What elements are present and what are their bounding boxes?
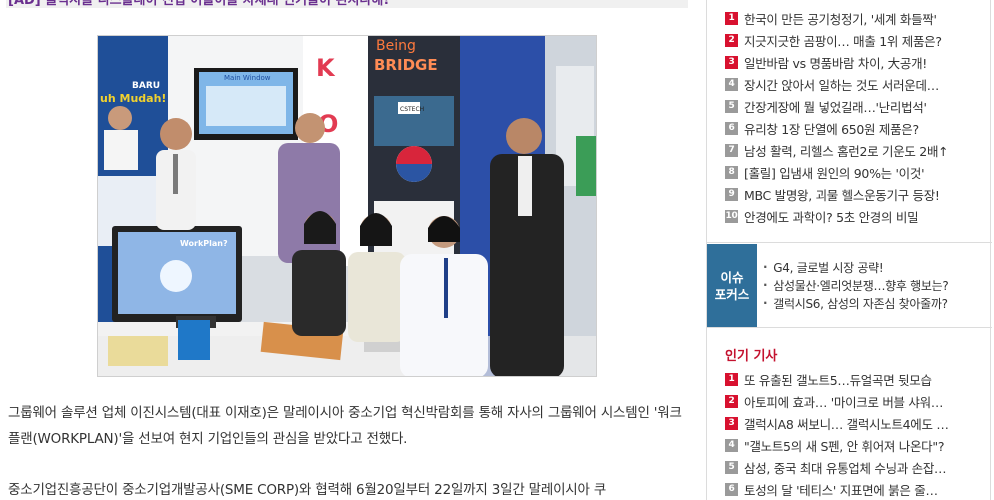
- popular-item[interactable]: 4 "갤노트5의 새 S펜, 안 휘어져 나온다"?: [725, 434, 987, 456]
- ranking-box: 1 한국이 만든 공기청정기, '세계 화들짝' 2 지긋지긋한 곰팡이… 매출 1…: [707, 0, 992, 243]
- popular-articles-title: 인기 기사: [725, 349, 778, 364]
- popular-item[interactable]: 1 또 유출된 갤노트5…듀얼곡면 뒷모습: [725, 368, 987, 390]
- ranking-item-text[interactable]: 유리창 1장 단열에 650원 제품은?: [744, 119, 919, 138]
- ranking-item-text[interactable]: MBC 발명왕, 괴물 헬스운동기구 등장!: [744, 185, 940, 204]
- svg-text:K: K: [316, 54, 336, 82]
- popular-item[interactable]: 5 삼성, 중국 최대 유통업체 수닝과 손잡…: [725, 456, 987, 478]
- rank-badge: 6: [725, 482, 738, 496]
- ranking-item[interactable]: 7 남성 활력, 리헬스 홈런2로 기운도 2배↑: [725, 139, 987, 161]
- rank-badge: 9: [725, 187, 738, 201]
- rank-badge: 1: [725, 11, 738, 25]
- popular-list: 1 또 유출된 갤노트5…듀얼곡면 뒷모습 2 아토피에 효과… '마이크로 버블 …: [725, 368, 987, 500]
- rank-badge: 10: [725, 209, 738, 223]
- ranking-item[interactable]: 3 일반바람 vs 명품바람 차이, 大공개!: [725, 51, 987, 73]
- rank-badge: 7: [725, 143, 738, 157]
- issue-tag-line: 포커스: [714, 286, 750, 302]
- issue-focus-tag: 이슈 포커스: [707, 244, 757, 327]
- rank-badge: 2: [725, 394, 738, 408]
- ranking-item-text[interactable]: 지긋지긋한 곰팡이… 매출 1위 제품은?: [744, 31, 942, 50]
- ranking-item-text[interactable]: 한국이 만든 공기청정기, '세계 화들짝': [744, 9, 937, 28]
- right-sidebar: 1 한국이 만든 공기청정기, '세계 화들짝' 2 지긋지긋한 곰팡이… 매출 1…: [706, 0, 992, 500]
- popular-item-text[interactable]: 삼성, 중국 최대 유통업체 수닝과 손잡…: [744, 458, 947, 477]
- popular-item[interactable]: 6 토성의 달 '테티스' 지표면에 붉은 줄…: [725, 478, 987, 500]
- ranking-item-text[interactable]: 일반바람 vs 명품바람 차이, 大공개!: [744, 53, 927, 72]
- issue-focus-box: 이슈 포커스 G4, 글로벌 시장 공략! 삼성물산·엘리엇분쟁…향후 행보는?…: [707, 243, 992, 328]
- rank-badge: 4: [725, 438, 738, 452]
- ranking-item[interactable]: 1 한국이 만든 공기청정기, '세계 화들짝': [725, 7, 987, 29]
- svg-text:BRIDGE: BRIDGE: [374, 56, 438, 74]
- ranking-item[interactable]: 6 유리창 1장 단열에 650원 제품은?: [725, 117, 987, 139]
- issue-tag-line: 이슈: [720, 269, 744, 285]
- ranking-item[interactable]: 4 장시간 앉아서 일하는 것도 서러운데…: [725, 73, 987, 95]
- issue-item[interactable]: 삼성물산·엘리엇분쟁…향후 행보는?: [763, 276, 989, 294]
- rank-badge: 8: [725, 165, 738, 179]
- popular-item-text[interactable]: 또 유출된 갤노트5…듀얼곡면 뒷모습: [744, 370, 932, 389]
- ranking-item-text[interactable]: 안경에도 과학이? 5초 안경의 비밀: [744, 207, 919, 226]
- popular-item[interactable]: 3 갤럭시A8 써보니… 갤럭시노트4에도 …: [725, 412, 987, 434]
- rank-badge: 5: [725, 99, 738, 113]
- article-column: [AD] 클릭시를 디스플레이 진입 어플이를 차세대 인기들이 된지나해! B…: [0, 0, 700, 500]
- ranking-item[interactable]: 10 안경에도 과학이? 5초 안경의 비밀: [725, 205, 987, 227]
- issue-item[interactable]: G4, 글로벌 시장 공략!: [763, 258, 989, 276]
- popular-articles-box: 인기 기사 1 또 유출된 갤노트5…듀얼곡면 뒷모습 2 아토피에 효과… '마이…: [707, 328, 992, 500]
- rank-badge: 2: [725, 33, 738, 47]
- ranking-item-text[interactable]: 간장게장에 뭘 넣었길래…'난리법석': [744, 97, 927, 116]
- ranking-item[interactable]: 5 간장게장에 뭘 넣었길래…'난리법석': [725, 95, 987, 117]
- article-paragraph: 그룹웨어 솔루션 업체 이진시스템(대표 이재호)은 말레이시아 중소기업 혁신…: [8, 405, 682, 447]
- article-photo: BARU uh Mudah! K O Being BRIDGE CSTECH M…: [97, 35, 597, 377]
- rank-badge: 5: [725, 460, 738, 474]
- ranking-list: 1 한국이 만든 공기청정기, '세계 화들짝' 2 지긋지긋한 곰팡이… 매출 1…: [725, 7, 987, 227]
- ranking-item[interactable]: 2 지긋지긋한 곰팡이… 매출 1위 제품은?: [725, 29, 987, 51]
- popular-item-text[interactable]: "갤노트5의 새 S펜, 안 휘어져 나온다"?: [744, 436, 944, 455]
- rank-badge: 3: [725, 416, 738, 430]
- rank-badge: 6: [725, 121, 738, 135]
- ranking-item[interactable]: 9 MBC 발명왕, 괴물 헬스운동기구 등장!: [725, 183, 987, 205]
- popular-item[interactable]: 2 아토피에 효과… '마이크로 버블 샤워…: [725, 390, 987, 412]
- popular-item-text[interactable]: 토성의 달 '테티스' 지표면에 붉은 줄…: [744, 480, 938, 499]
- svg-text:WorkPlan?: WorkPlan?: [180, 239, 228, 248]
- ad-headline-link[interactable]: [AD] 클릭시를 디스플레이 진입 어플이를 차세대 인기들이 된지나해!: [6, 0, 688, 8]
- ranking-item-text[interactable]: [홀릴] 입냄새 원인의 90%는 '이것': [744, 163, 925, 182]
- issue-item[interactable]: 갤럭시S6, 삼성의 자존심 찾아줄까?: [763, 294, 989, 312]
- ranking-item-text[interactable]: 남성 활력, 리헬스 홈런2로 기운도 2배↑: [744, 141, 949, 160]
- rank-badge: 4: [725, 77, 738, 91]
- ranking-item[interactable]: 8 [홀릴] 입냄새 원인의 90%는 '이것': [725, 161, 987, 183]
- svg-text:Being: Being: [376, 38, 416, 54]
- svg-text:CSTECH: CSTECH: [400, 106, 424, 113]
- rank-badge: 3: [725, 55, 738, 69]
- ranking-item-text[interactable]: 장시간 앉아서 일하는 것도 서러운데…: [744, 75, 939, 94]
- svg-text:BARU: BARU: [132, 81, 160, 91]
- popular-item-text[interactable]: 아토피에 효과… '마이크로 버블 샤워…: [744, 392, 943, 411]
- svg-text:Main Window: Main Window: [224, 74, 271, 82]
- article-paragraph: 중소기업진흥공단이 중소기업개발공사(SME CORP)와 협력해 6월20일부…: [8, 482, 607, 498]
- issue-list: G4, 글로벌 시장 공략! 삼성물산·엘리엇분쟁…향후 행보는? 갤럭시S6,…: [763, 258, 989, 312]
- popular-item-text[interactable]: 갤럭시A8 써보니… 갤럭시노트4에도 …: [744, 414, 949, 433]
- rank-badge: 1: [725, 372, 738, 386]
- svg-text:uh Mudah!: uh Mudah!: [100, 92, 166, 105]
